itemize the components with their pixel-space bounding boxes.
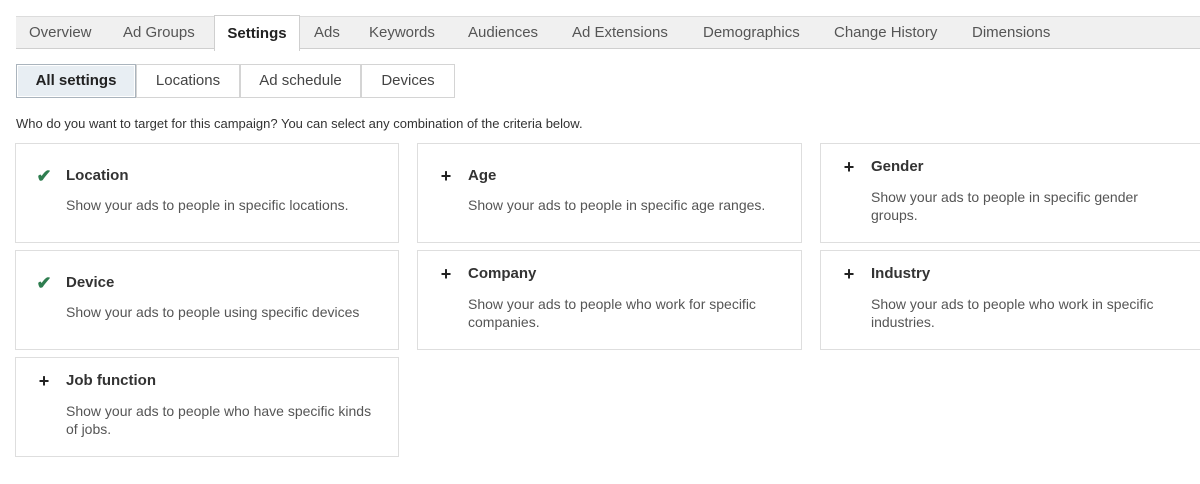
subtab-all-settings[interactable]: All settings — [16, 64, 136, 98]
campaign-tab-bar: Overview Ad Groups Settings Ads Keywords… — [16, 15, 1200, 51]
tab-overview[interactable]: Overview — [29, 17, 92, 49]
tab-dimensions[interactable]: Dimensions — [972, 17, 1050, 49]
criteria-title: Device — [66, 274, 115, 291]
criteria-description: Show your ads to people using specific d… — [66, 304, 360, 320]
criteria-card-age[interactable]: + Age Show your ads to people in specifi… — [417, 143, 802, 243]
criteria-card-location[interactable]: ✔ Location Show your ads to people in sp… — [15, 143, 399, 243]
check-icon: ✔ — [36, 166, 52, 186]
plus-icon: + — [38, 371, 50, 391]
tab-audiences[interactable]: Audiences — [468, 17, 538, 49]
criteria-description: Show your ads to people in specific age … — [468, 197, 766, 213]
tab-change-history[interactable]: Change History — [834, 17, 937, 49]
tab-ad-extensions[interactable]: Ad Extensions — [572, 17, 668, 49]
criteria-title: Location — [66, 167, 129, 184]
plus-icon: + — [843, 157, 855, 177]
criteria-card-job-function[interactable]: + Job function Show your ads to people w… — [15, 357, 399, 457]
criteria-description: Show your ads to people who work for spe… — [468, 296, 756, 330]
targeting-prompt: Who do you want to target for this campa… — [16, 116, 583, 131]
plus-icon: + — [440, 166, 452, 186]
tab-keywords[interactable]: Keywords — [369, 17, 435, 49]
criteria-card-industry[interactable]: + Industry Show your ads to people who w… — [820, 250, 1200, 350]
criteria-title: Company — [468, 265, 537, 282]
criteria-card-company[interactable]: + Company Show your ads to people who wo… — [417, 250, 802, 350]
tab-ad-groups[interactable]: Ad Groups — [123, 17, 195, 49]
subtab-locations[interactable]: Locations — [136, 64, 240, 98]
criteria-title: Job function — [66, 372, 156, 389]
criteria-title: Age — [468, 167, 497, 184]
criteria-title: Gender — [871, 158, 924, 175]
plus-icon: + — [843, 264, 855, 284]
check-icon: ✔ — [36, 273, 52, 293]
criteria-description: Show your ads to people who have specifi… — [66, 403, 372, 437]
tab-settings[interactable]: Settings — [214, 15, 300, 51]
tab-ads[interactable]: Ads — [314, 17, 340, 49]
tab-demographics[interactable]: Demographics — [703, 17, 800, 49]
subtab-devices[interactable]: Devices — [361, 64, 455, 98]
criteria-description: Show your ads to people who work in spec… — [871, 296, 1154, 330]
criteria-card-device[interactable]: ✔ Device Show your ads to people using s… — [15, 250, 399, 350]
criteria-title: Industry — [871, 265, 931, 282]
criteria-description: Show your ads to people in specific loca… — [66, 197, 349, 213]
subtab-ad-schedule[interactable]: Ad schedule — [240, 64, 361, 98]
plus-icon: + — [440, 264, 452, 284]
criteria-card-gender[interactable]: + Gender Show your ads to people in spec… — [820, 143, 1200, 243]
criteria-description: Show your ads to people in specific gend… — [871, 189, 1138, 223]
